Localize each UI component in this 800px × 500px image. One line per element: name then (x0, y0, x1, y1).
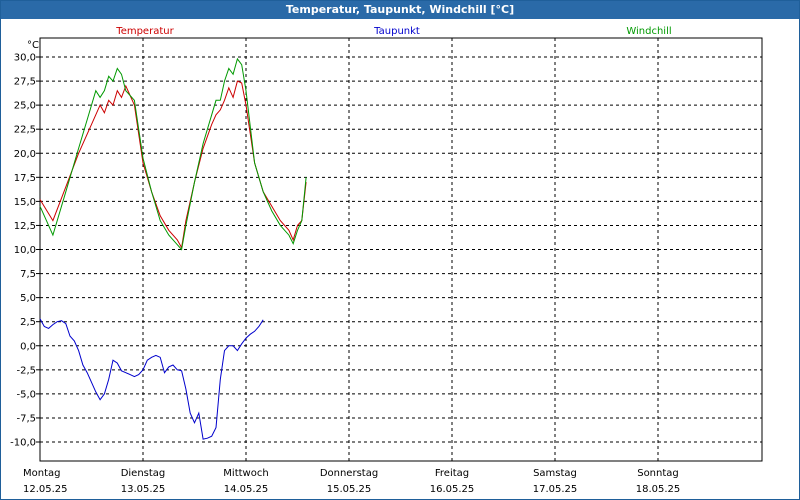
x-axis-labels: Montag 12.05.25 Dienstag 13.05.25 Mittwoch 14… (23, 468, 680, 495)
y-tick-label: 12,5 (14, 221, 36, 232)
legend: Temperatur Taupunkt Windchill (115, 26, 671, 37)
x-date-label: 18.05.25 (636, 484, 681, 495)
y-tick-label: 20,0 (14, 149, 36, 160)
x-day-label: Sonntag (637, 468, 679, 479)
y-tick-label: 0,0 (20, 341, 36, 352)
x-date-label: 15.05.25 (327, 484, 372, 495)
y-tick-label: 10,0 (14, 245, 36, 256)
legend-windchill: Windchill (626, 26, 671, 37)
x-date-label: 14.05.25 (224, 484, 269, 495)
y-tick-label: 30,0 (14, 53, 36, 64)
y-axis-unit: °C (27, 40, 39, 51)
chart-canvas: 30,0 27,5 25,0 22,5 20,0 17,5 15,0 12,5 10,0 7,5 5… (10, 26, 763, 495)
y-tick-label: -7,5 (16, 413, 36, 424)
y-tick-label: 27,5 (14, 77, 36, 88)
x-day-label: Montag (23, 468, 60, 479)
series-line-windchill (39, 57, 307, 251)
y-tick-label: -2,5 (16, 365, 36, 376)
x-date-label: 17.05.25 (533, 484, 578, 495)
legend-taupunkt: Taupunkt (373, 26, 420, 37)
y-tick-label: 25,0 (14, 101, 36, 112)
y-tick-label: 7,5 (20, 269, 36, 280)
y-tick-label: 17,5 (14, 173, 36, 184)
y-tick-label: 22,5 (14, 125, 36, 136)
y-tick-label: -5,0 (16, 389, 36, 400)
series-line-taupunkt (39, 318, 264, 440)
legend-temperatur: Temperatur (115, 26, 174, 37)
grid-lines (40, 38, 762, 461)
x-day-label: Dienstag (121, 468, 166, 479)
x-day-label: Samstag (533, 468, 577, 479)
x-date-label: 12.05.25 (23, 484, 68, 495)
y-tick-label: 2,5 (20, 317, 36, 328)
x-date-label: 16.05.25 (430, 484, 475, 495)
x-day-label: Freitag (435, 468, 469, 479)
series-line-temperatur (39, 80, 307, 250)
y-tick-label: -10,0 (10, 438, 36, 449)
y-tick-label: 15,0 (14, 197, 36, 208)
x-date-label: 13.05.25 (121, 484, 166, 495)
x-day-label: Donnerstag (320, 468, 378, 479)
x-day-label: Mittwoch (223, 468, 268, 479)
y-axis-ticks: 30,0 27,5 25,0 22,5 20,0 17,5 15,0 12,5 10,0 7,5 5… (10, 53, 40, 449)
y-tick-label: 5,0 (20, 293, 36, 304)
